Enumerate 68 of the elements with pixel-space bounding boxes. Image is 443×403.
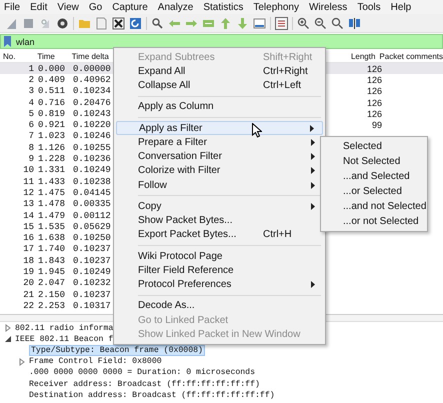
table-cell-text: 9 [28, 154, 35, 164]
table-cell-text: 0.10250 [73, 233, 112, 244]
table-cell-text: 0.10249 [73, 165, 112, 176]
table-cell-text: 1.638 [38, 233, 66, 244]
table-cell-text: 4 [28, 98, 35, 108]
table-cell-text: 14 [22, 210, 35, 220]
table-cell-text: 0.00000 [73, 64, 112, 74]
table-cell-text: 0.00335 [73, 199, 112, 210]
table-cell-text: 2.253 [38, 300, 66, 311]
table-cell-text: 2.047 [38, 278, 66, 288]
table-cell-text: 1.228 [38, 154, 66, 164]
table-cell-text: 5 [28, 108, 35, 119]
table-cell-text: 1.535 [38, 222, 66, 232]
table-cell-text: 0.05629 [73, 222, 112, 232]
table-cell-text: 1.478 [38, 199, 66, 210]
table-cell-text: 0.921 [38, 120, 66, 130]
table-cell-text: 21 [22, 290, 35, 300]
table-cell-text: 7 [28, 131, 35, 142]
table-cell-text: 10 [22, 165, 35, 176]
table-cell-text: 0.10232 [73, 278, 112, 288]
table-cell-text: 3 [28, 86, 35, 96]
table-cell-text: 126 [366, 108, 383, 119]
table-cell-text: 0.000 [38, 64, 66, 74]
table-cell-text: 1.479 [38, 210, 66, 220]
table-cell-text: 1.843 [38, 256, 66, 266]
table-cell-text: 13 [22, 199, 35, 210]
table-cell-text: 20 [22, 278, 35, 288]
table-cell-text: 17 [22, 244, 35, 254]
table-cell-text: 0.10237 [73, 290, 112, 300]
table-cell-text: 0.10234 [73, 86, 112, 96]
table-cell-text: 0.04145 [73, 188, 112, 198]
table-cell-text: 19 [22, 266, 35, 277]
table-cell-text: 0.10237 [73, 244, 112, 254]
table-cell-text: 0.409 [38, 74, 66, 85]
table-cell-text: 1.023 [38, 131, 66, 142]
table-cell-text: 0.10243 [73, 108, 112, 119]
table-cell-text: 16 [22, 233, 35, 244]
table-cell-text: 1.331 [38, 165, 66, 176]
table-cell-text: 1.945 [38, 266, 66, 277]
table-cell-text: 1.475 [38, 188, 66, 198]
table-cell-text: 18 [22, 256, 35, 266]
table-cell-text: 15 [22, 222, 35, 232]
table-cell-text: 0.00112 [73, 210, 112, 220]
table-cell-text: 0.10220 [73, 120, 112, 130]
table-cell-text: 8 [28, 142, 35, 153]
table-cell-text: 12 [22, 188, 35, 198]
table-cell-text: 2 [28, 74, 35, 85]
table-cell-text: 0.511 [38, 86, 66, 96]
table-cell-text: 1.433 [38, 176, 66, 187]
table-cell-text: 1.126 [38, 142, 66, 153]
table-cell-text: 1 [28, 64, 35, 74]
table-cell-text: 0.10246 [73, 131, 112, 142]
table-cell-text: 0.40962 [73, 74, 112, 85]
table-cell-text: 6 [28, 120, 35, 130]
table-cell-text: 0.10236 [73, 154, 112, 164]
table-cell-text: 0.10255 [73, 142, 112, 153]
table-cell-text: 0.10237 [73, 256, 112, 266]
table-cell-text: 0.10249 [73, 266, 112, 277]
table-cell-text: 11 [22, 176, 35, 187]
table-cell-text: 1.740 [38, 244, 66, 254]
table-cell-text: 0.10238 [73, 176, 112, 187]
table-cell-text: 0.10317 [73, 300, 112, 311]
table-cell-text: 0.716 [38, 98, 66, 108]
table-cell-text: 0.20476 [73, 98, 112, 108]
table-cell-text: 126 [366, 64, 383, 74]
table-cell-text: 2.150 [38, 290, 66, 300]
table-cell-text: 0.819 [38, 108, 66, 119]
table-cell-text: 22 [22, 300, 35, 311]
